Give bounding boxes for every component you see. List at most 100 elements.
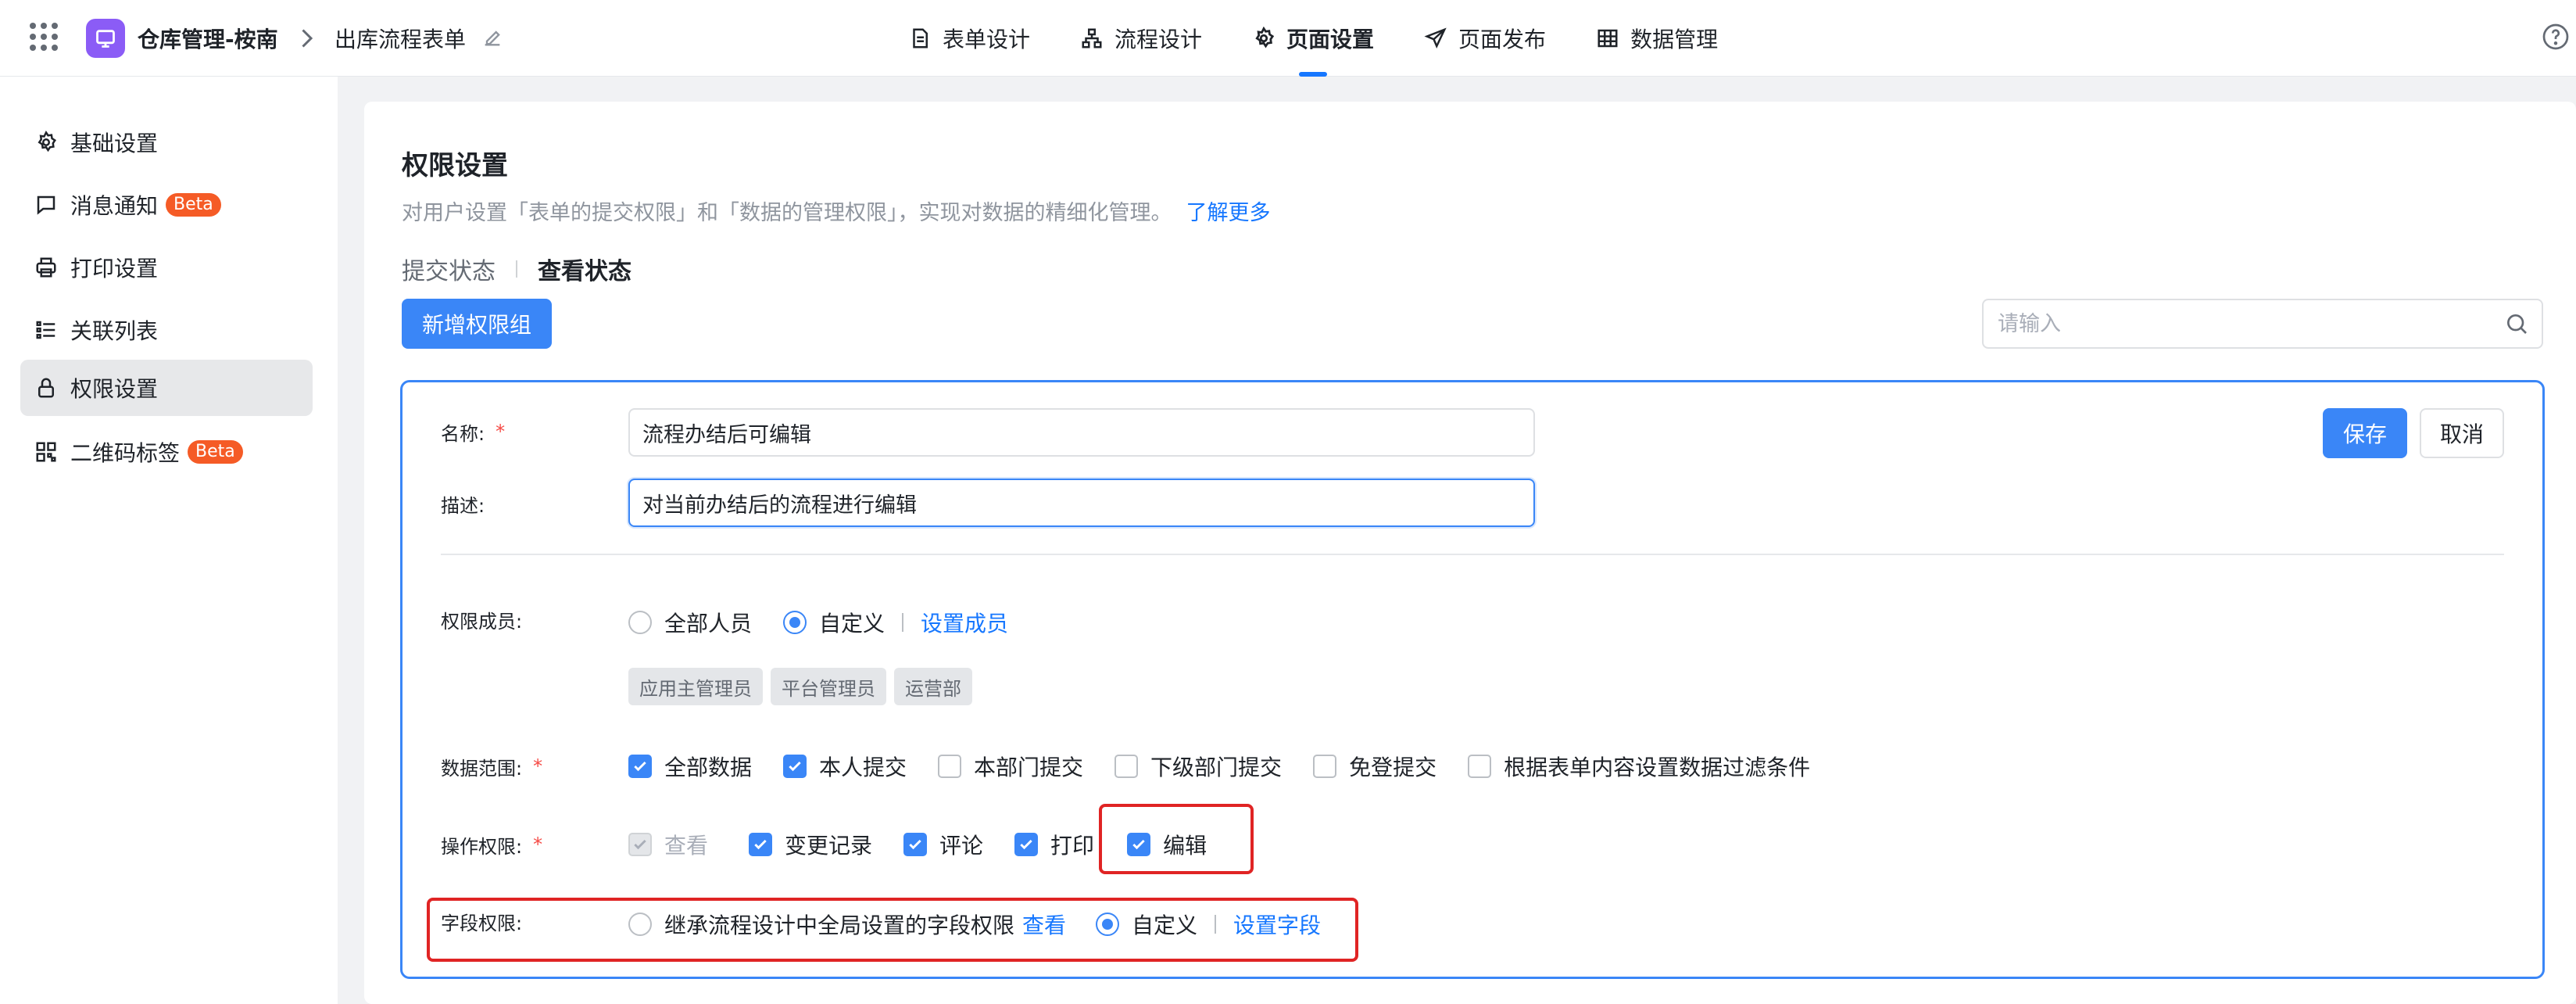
top-bar: 仓库管理-桉南 出库流程表单 表单设计 流程设计 页面设置 页面发布 数据管理 <box>0 0 2576 77</box>
checkbox-label: 本人提交 <box>819 755 907 780</box>
description-input[interactable]: 对当前办结后的流程进行编辑 <box>628 479 1535 527</box>
app-grid-icon[interactable] <box>28 21 59 52</box>
divider <box>902 613 904 632</box>
cancel-button[interactable]: 取消 <box>2420 408 2504 458</box>
tab-page-publish[interactable]: 页面发布 <box>1399 0 1571 77</box>
checkbox-all-data[interactable]: 全部数据 <box>628 751 752 782</box>
tab-label: 页面设置 <box>1286 27 1375 52</box>
sidebar: 基础设置 消息通知 Beta 打印设置 关联列表 权限设置 二维码标签 Beta <box>0 77 338 1004</box>
radio-label: 自定义 <box>819 611 886 636</box>
search-icon[interactable] <box>2504 311 2529 336</box>
sidebar-item-print[interactable]: 打印设置 <box>20 239 313 296</box>
sidebar-item-label: 二维码标签 <box>70 440 181 466</box>
beta-badge: Beta <box>188 440 243 464</box>
app-logo-icon <box>86 19 125 58</box>
add-permission-group-button[interactable]: 新增权限组 <box>402 299 552 349</box>
beta-badge: Beta <box>166 193 221 217</box>
checkbox-label: 变更记录 <box>785 833 873 859</box>
tab-flow-design[interactable]: 流程设计 <box>1055 0 1227 77</box>
operations-label: 操作权限: * <box>441 827 542 862</box>
tab-data-management[interactable]: 数据管理 <box>1571 0 1743 77</box>
checkbox-checked[interactable] <box>783 755 807 778</box>
search-box <box>1982 299 2543 349</box>
sidebar-item-related-list[interactable]: 关联列表 <box>20 302 313 358</box>
checkbox[interactable] <box>1114 755 1139 778</box>
checkbox[interactable] <box>1313 755 1337 778</box>
sidebar-item-label: 打印设置 <box>70 256 159 281</box>
checkbox-label: 评论 <box>939 833 984 859</box>
checkbox-disabled <box>628 833 652 856</box>
qrcode-icon <box>36 442 56 462</box>
form-name: 出库流程表单 <box>335 27 467 52</box>
checkbox-label: 查看 <box>664 833 709 859</box>
page-title: 权限设置 <box>402 150 508 181</box>
breadcrumb-chevron-icon <box>297 19 316 58</box>
tab-form-design[interactable]: 表单设计 <box>883 0 1055 77</box>
checkbox-checked[interactable] <box>903 833 928 856</box>
printer-icon <box>36 257 56 278</box>
message-icon <box>37 195 55 215</box>
checkbox-label: 根据表单内容设置数据过滤条件 <box>1504 755 1811 780</box>
tab-label: 流程设计 <box>1114 27 1203 52</box>
checkbox-change-log[interactable]: 变更记录 <box>749 829 872 860</box>
name-input[interactable]: 流程办结后可编辑 <box>628 408 1535 457</box>
divider <box>516 260 517 278</box>
set-members-link[interactable]: 设置成员 <box>921 607 1008 638</box>
checkbox-filter-conditions[interactable]: 根据表单内容设置数据过滤条件 <box>1468 751 1810 782</box>
flow-icon <box>1082 28 1102 48</box>
learn-more-link[interactable]: 了解更多 <box>1186 201 1271 225</box>
members-options: 全部人员 自定义 设置成员 <box>628 605 1008 640</box>
tab-page-settings[interactable]: 页面设置 <box>1227 0 1399 77</box>
checkbox-label: 下级部门提交 <box>1150 755 1283 780</box>
checkbox-print[interactable]: 打印 <box>1014 829 1094 860</box>
checkbox-anonymous-submitted[interactable]: 免登提交 <box>1313 751 1436 782</box>
member-tags: 应用主管理员 平台管理员 运营部 <box>628 668 980 705</box>
radio[interactable] <box>628 611 652 634</box>
checkbox-comment[interactable]: 评论 <box>903 829 983 860</box>
sidebar-item-permissions[interactable]: 权限设置 <box>20 360 313 416</box>
checkbox-self-submitted[interactable]: 本人提交 <box>783 751 907 782</box>
sidebar-item-qrcode[interactable]: 二维码标签 Beta <box>20 424 313 480</box>
tab-submit-status[interactable]: 提交状态 <box>402 252 496 286</box>
highlight-box-fields <box>427 898 1358 962</box>
checkbox-dept-submitted[interactable]: 本部门提交 <box>938 751 1083 782</box>
checkbox[interactable] <box>938 755 962 778</box>
radio-custom-members[interactable]: 自定义 <box>783 607 885 638</box>
edit-icon[interactable] <box>478 23 506 52</box>
sidebar-item-label: 关联列表 <box>70 318 159 344</box>
sidebar-item-label: 消息通知 <box>70 193 159 219</box>
name-label-text: 名称: <box>441 422 485 445</box>
tab-label: 表单设计 <box>943 27 1031 52</box>
sidebar-item-label: 基础设置 <box>70 131 159 156</box>
section-divider <box>441 554 2504 555</box>
gear-icon <box>1255 27 1275 48</box>
checkbox-checked[interactable] <box>628 755 652 778</box>
status-tabs: 提交状态 查看状态 <box>402 252 631 286</box>
search-input[interactable] <box>1998 300 2482 347</box>
required-mark: * <box>533 834 543 855</box>
checkbox-checked[interactable] <box>1014 833 1039 856</box>
radio-selected[interactable] <box>783 611 807 634</box>
checkbox[interactable] <box>1468 755 1492 778</box>
checkbox-subdept-submitted[interactable]: 下级部门提交 <box>1114 751 1282 782</box>
tab-label: 页面发布 <box>1458 27 1547 52</box>
checkbox-checked[interactable] <box>749 833 773 856</box>
help-icon[interactable] <box>2540 21 2571 52</box>
name-label: 名称: * <box>441 414 505 449</box>
sidebar-item-basic[interactable]: 基础设置 <box>20 114 313 170</box>
member-tag: 应用主管理员 <box>628 668 763 705</box>
checkbox-label: 本部门提交 <box>974 755 1084 780</box>
radio-all-members[interactable]: 全部人员 <box>628 607 752 638</box>
data-scope-label-text: 数据范围: <box>441 757 523 780</box>
app-name[interactable]: 仓库管理-桉南 <box>138 19 278 58</box>
save-button[interactable]: 保存 <box>2323 408 2407 458</box>
desc-label: 描述: <box>441 494 485 517</box>
data-scope-options: 全部数据 本人提交 本部门提交 下级部门提交 免登提交 根据表单内容设置数据过滤… <box>628 749 1841 783</box>
checkbox-label: 打印 <box>1050 833 1095 859</box>
table-icon <box>1597 29 1618 48</box>
required-mark: * <box>533 755 543 777</box>
sidebar-item-notification[interactable]: 消息通知 Beta <box>20 177 313 233</box>
highlight-box-edit <box>1099 804 1254 874</box>
tab-view-status[interactable]: 查看状态 <box>538 252 631 286</box>
members-label: 权限成员: <box>441 610 523 633</box>
